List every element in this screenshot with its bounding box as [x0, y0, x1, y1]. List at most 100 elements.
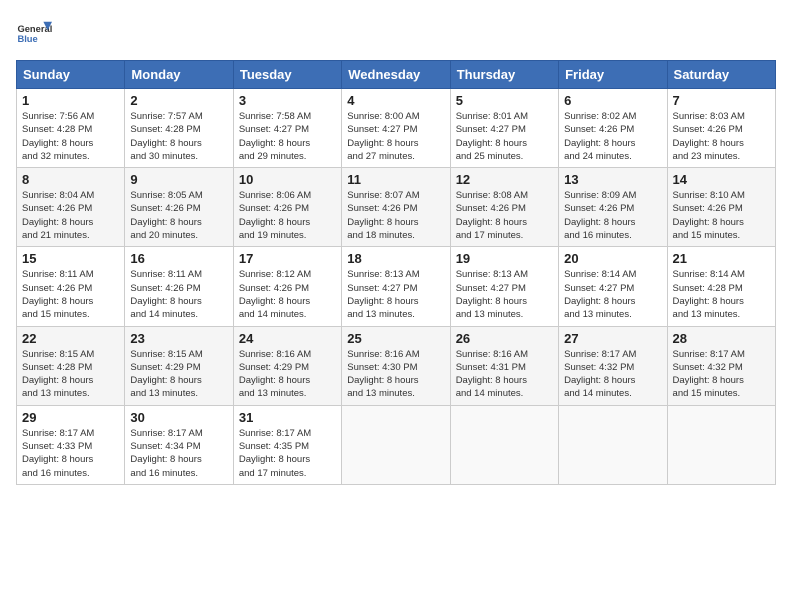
day-number: 5 [456, 93, 553, 108]
day-info: Sunrise: 7:58 AM Sunset: 4:27 PM Dayligh… [239, 110, 336, 163]
day-info: Sunrise: 8:09 AM Sunset: 4:26 PM Dayligh… [564, 189, 661, 242]
week-row-5: 29 Sunrise: 8:17 AM Sunset: 4:33 PM Dayli… [17, 405, 776, 484]
calendar-cell: 21 Sunrise: 8:14 AM Sunset: 4:28 PM Dayli… [667, 247, 775, 326]
calendar-cell: 9Sunrise: 8:05 AM Sunset: 4:26 PM Daylig… [125, 168, 233, 247]
day-info: Sunrise: 8:17 AM Sunset: 4:32 PM Dayligh… [564, 348, 661, 401]
day-number: 13 [564, 172, 661, 187]
logo: General Blue [16, 16, 52, 52]
day-number: 6 [564, 93, 661, 108]
day-info: Sunrise: 8:08 AM Sunset: 4:26 PM Dayligh… [456, 189, 553, 242]
calendar-cell: 31 Sunrise: 8:17 AM Sunset: 4:35 PM Dayli… [233, 405, 341, 484]
day-number: 8 [22, 172, 119, 187]
week-row-1: 1 Sunrise: 7:56 AM Sunset: 4:28 PM Daylig… [17, 89, 776, 168]
day-info: Sunrise: 8:13 AM Sunset: 4:27 PM Dayligh… [456, 268, 553, 321]
day-number: 23 [130, 331, 227, 346]
day-number: 3 [239, 93, 336, 108]
day-number: 7 [673, 93, 770, 108]
calendar-cell: 30 Sunrise: 8:17 AM Sunset: 4:34 PM Dayli… [125, 405, 233, 484]
day-info: Sunrise: 8:17 AM Sunset: 4:34 PM Dayligh… [130, 427, 227, 480]
calendar-cell: 28 Sunrise: 8:17 AM Sunset: 4:32 PM Dayli… [667, 326, 775, 405]
calendar-cell: 19 Sunrise: 8:13 AM Sunset: 4:27 PM Dayli… [450, 247, 558, 326]
calendar-cell: 18 Sunrise: 8:13 AM Sunset: 4:27 PM Dayli… [342, 247, 450, 326]
calendar-cell: 2Sunrise: 7:57 AM Sunset: 4:28 PM Daylig… [125, 89, 233, 168]
day-number: 27 [564, 331, 661, 346]
day-info: Sunrise: 8:13 AM Sunset: 4:27 PM Dayligh… [347, 268, 444, 321]
day-info: Sunrise: 8:14 AM Sunset: 4:28 PM Dayligh… [673, 268, 770, 321]
day-info: Sunrise: 8:16 AM Sunset: 4:29 PM Dayligh… [239, 348, 336, 401]
day-info: Sunrise: 8:07 AM Sunset: 4:26 PM Dayligh… [347, 189, 444, 242]
calendar-cell: 10 Sunrise: 8:06 AM Sunset: 4:26 PM Dayli… [233, 168, 341, 247]
day-number: 12 [456, 172, 553, 187]
day-info: Sunrise: 8:10 AM Sunset: 4:26 PM Dayligh… [673, 189, 770, 242]
day-number: 18 [347, 251, 444, 266]
svg-text:Blue: Blue [17, 34, 37, 44]
calendar-cell: 12 Sunrise: 8:08 AM Sunset: 4:26 PM Dayli… [450, 168, 558, 247]
day-info: Sunrise: 8:16 AM Sunset: 4:31 PM Dayligh… [456, 348, 553, 401]
day-number: 29 [22, 410, 119, 425]
day-number: 28 [673, 331, 770, 346]
day-info: Sunrise: 7:56 AM Sunset: 4:28 PM Dayligh… [22, 110, 119, 163]
calendar-cell [342, 405, 450, 484]
calendar-cell: 11Sunrise: 8:07 AM Sunset: 4:26 PM Dayli… [342, 168, 450, 247]
day-info: Sunrise: 8:17 AM Sunset: 4:35 PM Dayligh… [239, 427, 336, 480]
day-number: 19 [456, 251, 553, 266]
calendar-cell: 14 Sunrise: 8:10 AM Sunset: 4:26 PM Dayli… [667, 168, 775, 247]
day-info: Sunrise: 8:14 AM Sunset: 4:27 PM Dayligh… [564, 268, 661, 321]
weekday-header-tuesday: Tuesday [233, 61, 341, 89]
day-info: Sunrise: 8:01 AM Sunset: 4:27 PM Dayligh… [456, 110, 553, 163]
day-number: 14 [673, 172, 770, 187]
calendar-cell: 27 Sunrise: 8:17 AM Sunset: 4:32 PM Dayli… [559, 326, 667, 405]
calendar-cell: 24Sunrise: 8:16 AM Sunset: 4:29 PM Dayli… [233, 326, 341, 405]
calendar-cell: 26 Sunrise: 8:16 AM Sunset: 4:31 PM Dayli… [450, 326, 558, 405]
day-info: Sunrise: 8:17 AM Sunset: 4:33 PM Dayligh… [22, 427, 119, 480]
day-number: 31 [239, 410, 336, 425]
day-number: 15 [22, 251, 119, 266]
day-info: Sunrise: 7:57 AM Sunset: 4:28 PM Dayligh… [130, 110, 227, 163]
calendar-cell: 5 Sunrise: 8:01 AM Sunset: 4:27 PM Daylig… [450, 89, 558, 168]
calendar-cell [559, 405, 667, 484]
day-info: Sunrise: 8:17 AM Sunset: 4:32 PM Dayligh… [673, 348, 770, 401]
day-info: Sunrise: 8:03 AM Sunset: 4:26 PM Dayligh… [673, 110, 770, 163]
day-number: 1 [22, 93, 119, 108]
calendar-cell: 16 Sunrise: 8:11 AM Sunset: 4:26 PM Dayli… [125, 247, 233, 326]
page-header: General Blue [16, 16, 776, 52]
day-info: Sunrise: 8:16 AM Sunset: 4:30 PM Dayligh… [347, 348, 444, 401]
calendar-cell [667, 405, 775, 484]
day-info: Sunrise: 8:00 AM Sunset: 4:27 PM Dayligh… [347, 110, 444, 163]
day-number: 25 [347, 331, 444, 346]
day-info: Sunrise: 8:06 AM Sunset: 4:26 PM Dayligh… [239, 189, 336, 242]
day-info: Sunrise: 8:05 AM Sunset: 4:26 PM Dayligh… [130, 189, 227, 242]
week-row-3: 15 Sunrise: 8:11 AM Sunset: 4:26 PM Dayli… [17, 247, 776, 326]
day-info: Sunrise: 8:04 AM Sunset: 4:26 PM Dayligh… [22, 189, 119, 242]
calendar-cell: 23 Sunrise: 8:15 AM Sunset: 4:29 PM Dayli… [125, 326, 233, 405]
calendar-cell: 4 Sunrise: 8:00 AM Sunset: 4:27 PM Daylig… [342, 89, 450, 168]
day-info: Sunrise: 8:11 AM Sunset: 4:26 PM Dayligh… [22, 268, 119, 321]
day-number: 20 [564, 251, 661, 266]
weekday-header-wednesday: Wednesday [342, 61, 450, 89]
week-row-4: 22Sunrise: 8:15 AM Sunset: 4:28 PM Dayli… [17, 326, 776, 405]
calendar-cell: 8 Sunrise: 8:04 AM Sunset: 4:26 PM Daylig… [17, 168, 125, 247]
calendar-cell: 6 Sunrise: 8:02 AM Sunset: 4:26 PM Daylig… [559, 89, 667, 168]
day-info: Sunrise: 8:02 AM Sunset: 4:26 PM Dayligh… [564, 110, 661, 163]
calendar-cell: 17Sunrise: 8:12 AM Sunset: 4:26 PM Dayli… [233, 247, 341, 326]
calendar-cell: 25 Sunrise: 8:16 AM Sunset: 4:30 PM Dayli… [342, 326, 450, 405]
week-row-2: 8 Sunrise: 8:04 AM Sunset: 4:26 PM Daylig… [17, 168, 776, 247]
day-number: 16 [130, 251, 227, 266]
day-info: Sunrise: 8:15 AM Sunset: 4:29 PM Dayligh… [130, 348, 227, 401]
calendar-cell: 1 Sunrise: 7:56 AM Sunset: 4:28 PM Daylig… [17, 89, 125, 168]
day-number: 21 [673, 251, 770, 266]
weekday-header-thursday: Thursday [450, 61, 558, 89]
day-number: 4 [347, 93, 444, 108]
day-number: 22 [22, 331, 119, 346]
calendar-cell [450, 405, 558, 484]
day-info: Sunrise: 8:11 AM Sunset: 4:26 PM Dayligh… [130, 268, 227, 321]
weekday-header-sunday: Sunday [17, 61, 125, 89]
calendar-cell: 13 Sunrise: 8:09 AM Sunset: 4:26 PM Dayli… [559, 168, 667, 247]
calendar-cell: 20 Sunrise: 8:14 AM Sunset: 4:27 PM Dayli… [559, 247, 667, 326]
day-number: 10 [239, 172, 336, 187]
day-number: 26 [456, 331, 553, 346]
calendar-cell: 15 Sunrise: 8:11 AM Sunset: 4:26 PM Dayli… [17, 247, 125, 326]
calendar-cell: 3 Sunrise: 7:58 AM Sunset: 4:27 PM Daylig… [233, 89, 341, 168]
day-number: 30 [130, 410, 227, 425]
calendar-cell: 22Sunrise: 8:15 AM Sunset: 4:28 PM Dayli… [17, 326, 125, 405]
